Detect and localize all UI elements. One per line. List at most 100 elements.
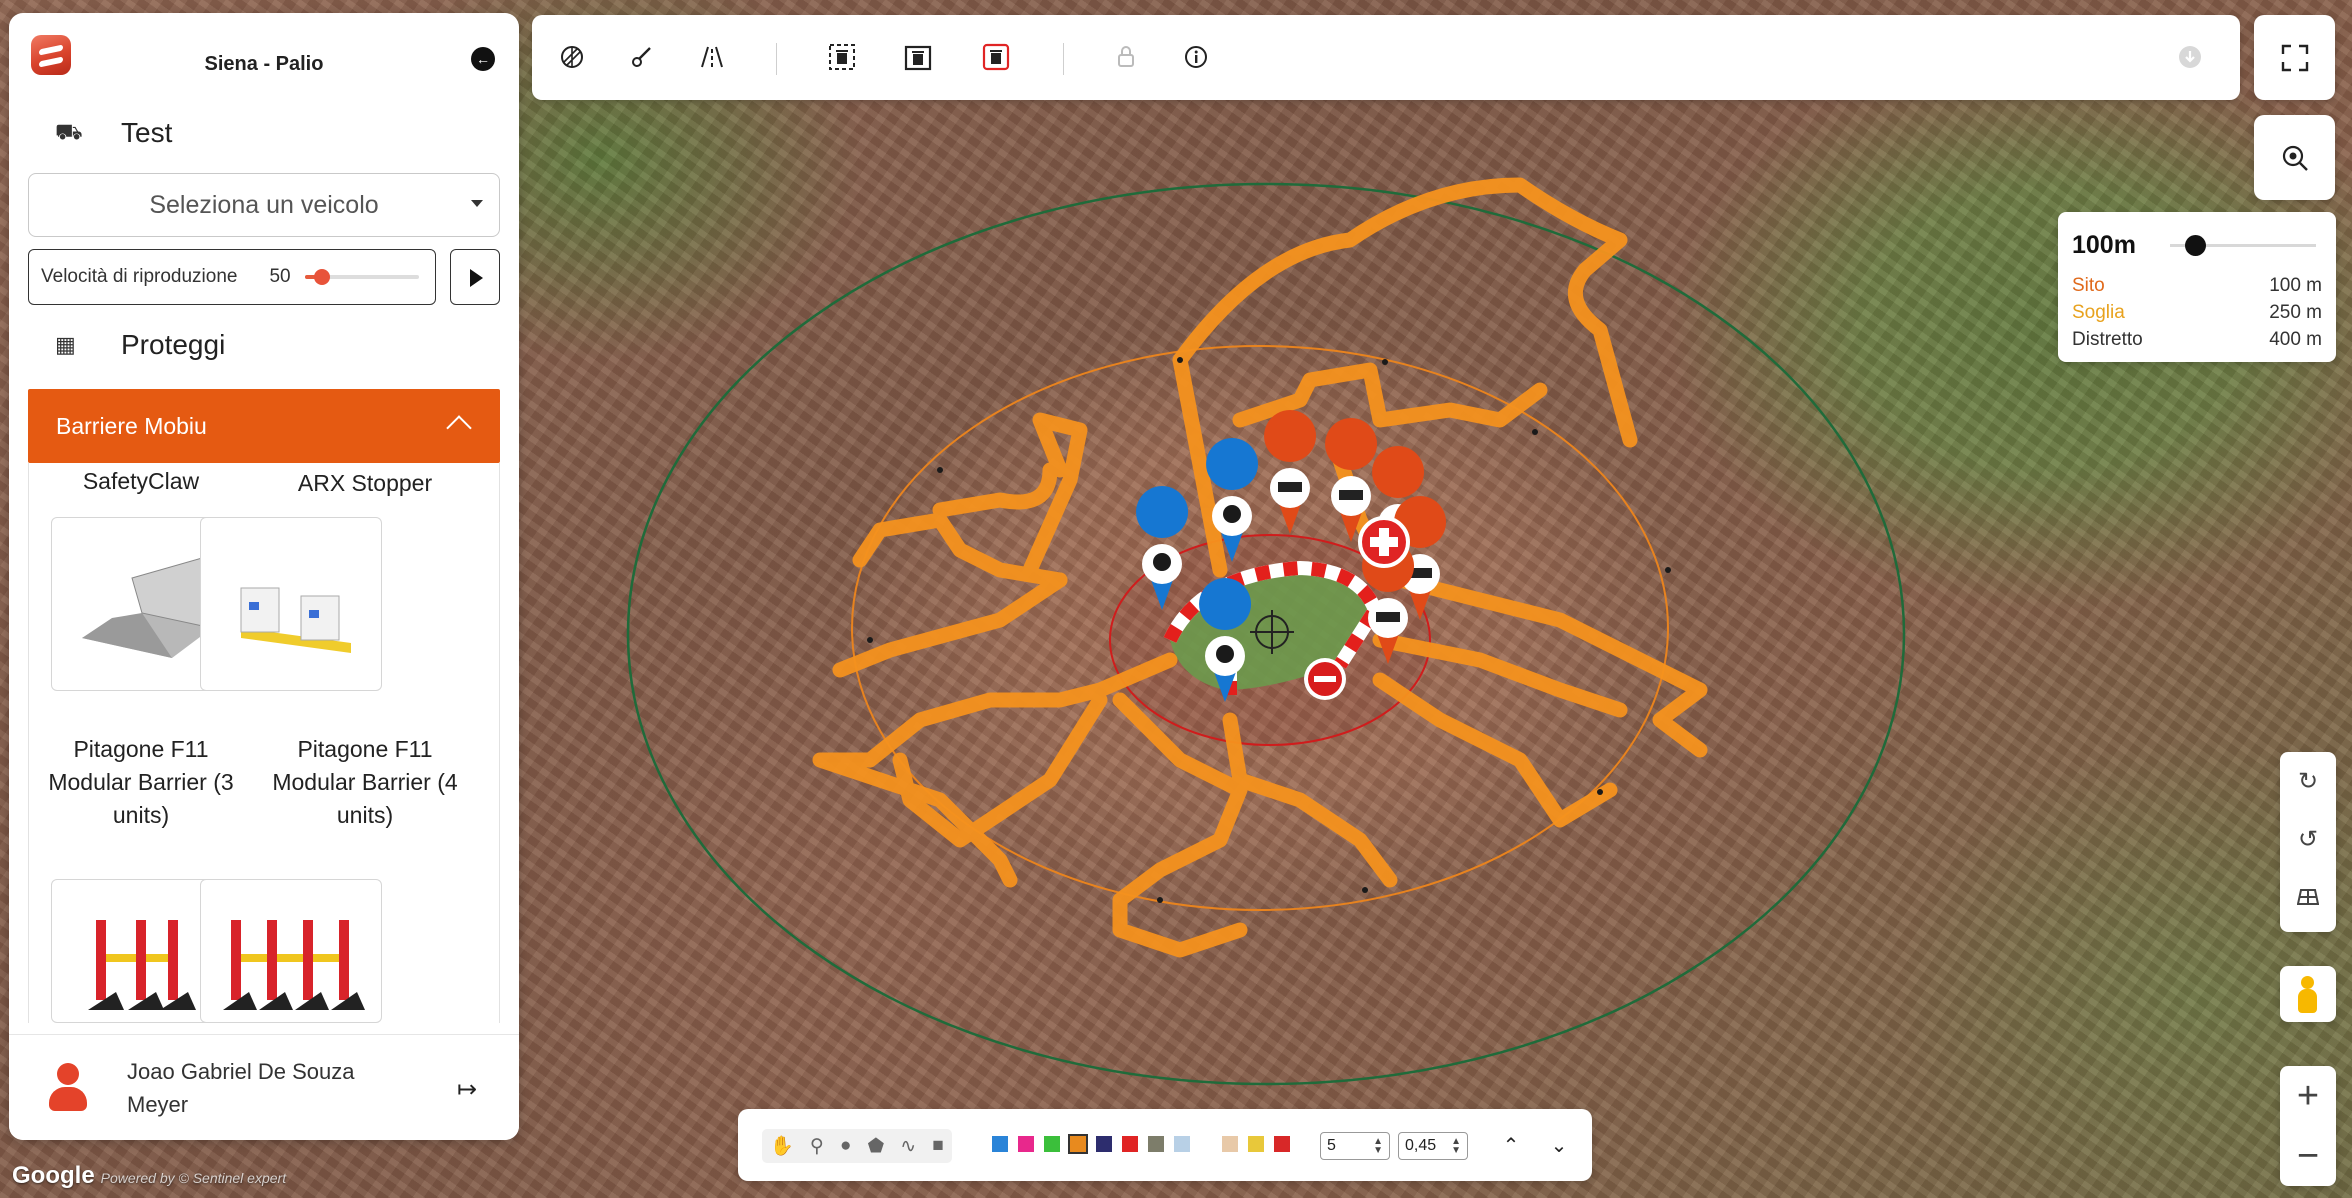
first-aid-pin[interactable] [1358, 516, 1410, 568]
project-title: Siena - Palio [204, 53, 324, 75]
chevron-up-icon [446, 415, 472, 441]
barriers-accordion[interactable]: Barriere Mobiu [28, 389, 500, 463]
distance-slider-knob[interactable] [2184, 234, 2206, 256]
catalog-item[interactable]: Pitagone F11 Modular Barrier (3 units) [29, 733, 253, 832]
google-logo: Google [12, 1162, 95, 1189]
catalog-item[interactable]: Pitagone F11 Modular Barrier (4 units) [253, 733, 477, 832]
trash-area-icon[interactable] [900, 39, 936, 75]
playback-speed-slider[interactable] [304, 269, 419, 285]
pitagone-4-image[interactable] [200, 879, 382, 1023]
accordion-title: Barriere Mobiu [56, 412, 207, 439]
barrier-icon: ▦ [55, 332, 76, 357]
pin-icon[interactable]: ⚲ [810, 1135, 824, 1158]
color-swatch[interactable] [992, 1136, 1008, 1152]
catalog-item-name: Pitagone F11 Modular Barrier (3 units) [48, 736, 234, 828]
color-swatch[interactable] [1096, 1136, 1112, 1152]
square-icon[interactable]: ■ [932, 1135, 943, 1157]
delete-icon[interactable] [978, 39, 1014, 75]
color-swatch[interactable] [1274, 1136, 1290, 1152]
vehicle-select-value: Seleziona un veicolo [149, 190, 379, 219]
play-button[interactable] [450, 249, 500, 305]
color-swatch[interactable] [1174, 1136, 1190, 1152]
rotate-left-icon[interactable]: ↺ [2280, 810, 2336, 868]
tilt-map-icon[interactable] [2280, 868, 2336, 926]
stroke-width-input[interactable]: 5 ▲ ▼ [1320, 1132, 1390, 1160]
zoom-out-button[interactable]: − [2280, 1126, 2336, 1186]
stepper-icon[interactable]: ▲ ▼ [1451, 1137, 1461, 1156]
playback-speed-value: 50 [269, 266, 291, 287]
color-swatch[interactable] [1068, 1134, 1088, 1154]
distance-row-threshold: Soglia 250 m [2072, 299, 2322, 326]
distance-row-site: Sito 100 m [2072, 272, 2322, 299]
zoom-controls: + − [2280, 1066, 2336, 1186]
toolbar-divider [776, 43, 777, 75]
distance-value: 250 m [2269, 302, 2322, 323]
line-icon[interactable]: ∿ [900, 1135, 916, 1158]
hand-icon[interactable]: ✋ [770, 1134, 794, 1158]
barrier-pin[interactable] [1264, 410, 1317, 534]
playback-speed-box: Velocità di riproduzione 50 [28, 249, 437, 305]
truck-icon: ⛟ [55, 118, 83, 144]
arrow-left-icon: ← [476, 51, 490, 67]
map-attribution: Google Powered by © Sentinel expert [12, 1162, 286, 1190]
user-name: Joao Gabriel De Souza Meyer [127, 1059, 355, 1117]
stroke-width-value: 5 [1327, 1137, 1336, 1154]
distance-value: 400 m [2269, 329, 2322, 350]
vehicle-section-label: Test [121, 117, 173, 148]
user-avatar-icon [45, 1063, 91, 1113]
circle-icon[interactable]: ● [840, 1135, 851, 1157]
map-rotation-controls: ↻ ↺ [2280, 752, 2336, 932]
color-swatch[interactable] [1018, 1136, 1034, 1152]
info-icon[interactable] [1178, 39, 1214, 75]
color-swatch[interactable] [1222, 1136, 1238, 1152]
stepper-icon[interactable]: ▲ ▼ [1373, 1137, 1383, 1156]
fullscreen-button[interactable] [2254, 15, 2335, 100]
lock-icon[interactable] [1108, 39, 1144, 75]
road-icon[interactable] [694, 39, 730, 75]
distance-label: Sito [2072, 275, 2105, 296]
distance-panel: 100m Sito 100 m Soglia 250 m Distretto 4… [2058, 212, 2336, 362]
sidebar: Siena - Palio ← ⛟ Test Seleziona un veic… [9, 13, 519, 1140]
barrier-catalog: SafetyClaw ARX Stopper Pitagone F11 Modu… [28, 463, 500, 1023]
polygon-icon[interactable]: ⬟ [868, 1135, 885, 1158]
back-button[interactable]: ← [471, 47, 495, 71]
playback-speed-knob[interactable] [313, 269, 330, 285]
opacity-input[interactable]: 0,45 ▲ ▼ [1398, 1132, 1468, 1160]
protect-section: ▦ Proteggi [9, 315, 519, 375]
vehicle-select[interactable]: Seleziona un veicolo [28, 173, 500, 237]
toolbar-divider [1063, 43, 1064, 75]
distance-slider[interactable] [2169, 234, 2316, 256]
distance-header: 100m [2072, 228, 2322, 262]
top-toolbar [532, 15, 2240, 100]
chevron-up-icon[interactable]: ⌃ [1496, 1129, 1526, 1161]
distance-row-district: Distretto 400 m [2072, 326, 2322, 353]
select-area-icon[interactable] [824, 39, 860, 75]
chevron-down-icon[interactable]: ⌄ [1544, 1129, 1574, 1161]
brush-icon[interactable] [624, 39, 660, 75]
download-icon[interactable] [2172, 39, 2208, 75]
zoom-in-button[interactable]: + [2280, 1066, 2336, 1126]
playback-speed-label: Velocità di riproduzione [41, 266, 238, 287]
playback-controls: Velocità di riproduzione 50 [28, 249, 500, 305]
drawing-toolbar: ✋ ⚲ ● ⬟ ∿ ■ 5 ▲ ▼ 0,45 ▲ ▼ ⌃ ⌄ [738, 1109, 1592, 1181]
street-view-pegman-icon[interactable] [2280, 966, 2336, 1022]
catalog-item[interactable]: SafetyClaw [29, 465, 253, 498]
catalog-item-name: ARX Stopper [297, 470, 433, 496]
color-swatch[interactable] [1248, 1136, 1264, 1152]
locate-button[interactable] [2254, 115, 2335, 200]
catalog-item[interactable]: ARX Stopper [253, 467, 477, 500]
color-swatch[interactable] [1148, 1136, 1164, 1152]
distance-current: 100m [2072, 230, 2136, 259]
vehicle-section: ⛟ Test [9, 103, 519, 163]
logout-icon[interactable]: ↦ [457, 1075, 481, 1103]
no-entry-sign[interactable] [1304, 658, 1346, 700]
arx-stopper-image[interactable] [200, 517, 382, 691]
layers-icon[interactable] [554, 39, 590, 75]
opacity-value: 0,45 [1405, 1137, 1437, 1154]
color-swatch[interactable] [1122, 1136, 1138, 1152]
location-search-icon [2282, 145, 2308, 171]
rotate-right-icon[interactable]: ↻ [2280, 752, 2336, 810]
distance-label: Distretto [2072, 329, 2143, 350]
color-swatch[interactable] [1044, 1136, 1060, 1152]
protect-section-label: Proteggi [121, 329, 226, 360]
